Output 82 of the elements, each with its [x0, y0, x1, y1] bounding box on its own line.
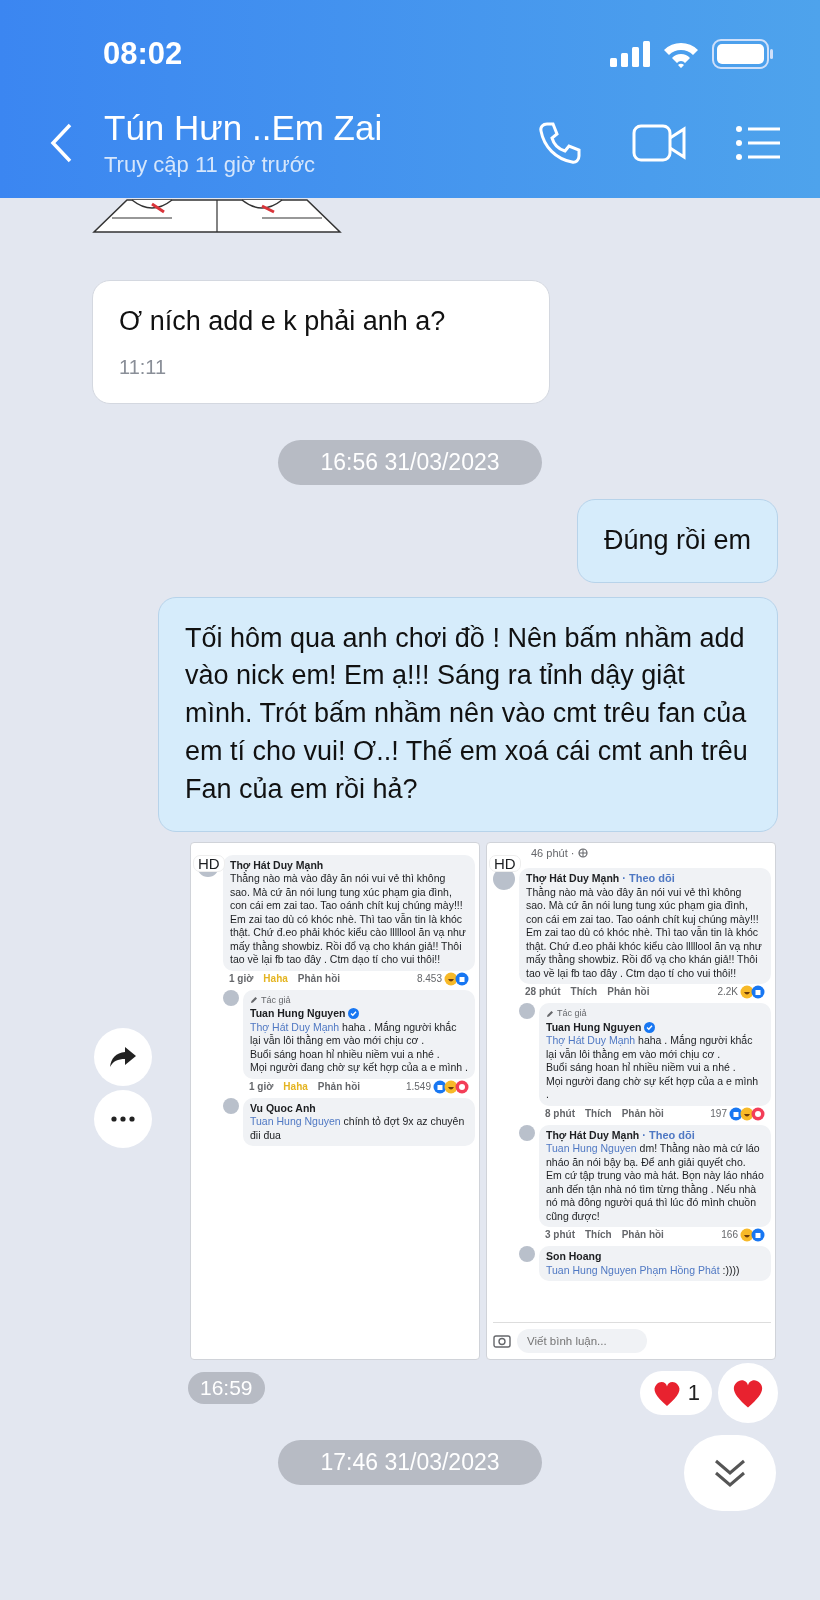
battery-icon	[712, 39, 774, 69]
video-call-icon[interactable]	[632, 124, 686, 162]
reaction-count: 197	[710, 1106, 727, 1121]
message-text: Tối hôm qua anh chơi đồ ! Nên bấm nhầm add vào nick em! Em ạ!!! Sáng ra tỉnh dậy giật mình. Trót bấm nhầm nên vào cmt trêu fan của em tí cho vui! Ơ..! Thế em xoá cái cmt anh trêu Fan của em rồi hả?	[185, 621, 749, 806]
reply-link[interactable]: Phản hồi	[297, 971, 341, 986]
date-separator: 16:56 31/03/2023	[278, 439, 542, 485]
reaction-drawing	[444, 971, 469, 986]
phone-icon[interactable]	[538, 121, 582, 165]
hd-badge: HD	[489, 854, 521, 873]
menu-icon[interactable]	[736, 126, 780, 160]
like-link[interactable]: Thích	[585, 1228, 612, 1242]
avatar-icon	[519, 1003, 535, 1020]
mention-link[interactable]: Thợ Hát Duy Mạnh	[546, 1034, 636, 1047]
status-time: 08:02	[103, 36, 184, 72]
camera-icon[interactable]	[493, 1333, 511, 1349]
back-icon[interactable]	[50, 123, 74, 163]
more-icon	[111, 1115, 135, 1122]
last-seen: Truy cập 11 giờ trước	[104, 152, 317, 178]
avatar-icon	[223, 989, 239, 1006]
comment-author[interactable]: Tuan Hung Nguyen	[250, 1007, 346, 1021]
signal-icon	[610, 41, 650, 67]
message-time: 11:11	[119, 354, 168, 380]
date-separator: 17:46 31/03/2023	[278, 1439, 542, 1485]
globe-icon	[578, 848, 589, 859]
comment-time: 3 phút	[545, 1228, 575, 1242]
comment-author[interactable]: Vu Quoc Anh	[250, 1101, 316, 1116]
comment-text: Tuan Hung Nguyen chính tỏ đợt 9x az chuyên đii đua	[250, 1115, 466, 1143]
reply-link[interactable]: Phản hồi	[607, 985, 650, 999]
comment-text: Tuan Hung Nguyen Phạm Hồng Phát :))))	[546, 1263, 741, 1278]
avatar-icon	[223, 1097, 239, 1114]
message-text: Đúng rồi em	[603, 523, 751, 557]
share-icon	[109, 1044, 137, 1069]
reaction-count: 2.2K	[717, 985, 738, 999]
like-link[interactable]: Thích	[585, 1106, 612, 1121]
comment-time: 1 giờ	[249, 1079, 274, 1094]
mention-link[interactable]: Thợ Hát Duy Mạnh	[250, 1020, 340, 1033]
message-time: 16:59	[188, 1371, 265, 1404]
comment-screenshot[interactable]	[486, 841, 776, 1360]
pencil-icon	[250, 996, 258, 1005]
mention-link[interactable]: Tuan Hung Nguyen	[546, 1142, 637, 1155]
reaction-count: 8.453	[416, 971, 442, 986]
hd-badge: HD	[193, 854, 225, 873]
comment-author[interactable]: Thợ Hát Duy Mạnh	[546, 1128, 640, 1143]
comment-text: Thằng nào mà vào đây ăn nói vui vẻ thì không sao. Mà cứ ăn nói lung tung xúc phạm gia đình, con cái em zai tao. Tao oánh chít kuj chúng mày!!! Em zai tao dù có khóc nhè. Thì tao vẫn tin là khóc thật. Chứ đ.eo phải khóc kiểu cào lllllool ăn vạ như mấy thằng showbiz. Rồi đổ vạ cho khán giả!! Thôi tao về lại fb tao đây . Ctm dạo tí cho vui thôi!!	[526, 885, 763, 981]
reaction-drawing	[740, 985, 765, 1000]
reaction-drawing	[729, 1106, 765, 1121]
comment-text: Thằng nào mà vào đây ăn nói vui vẻ thì không sao. Mà cứ ăn nói lung tung xúc phạm gia đình, con cái em zai tao. Tao oánh chít kuj chúng mày!!! Em zai tao dù có khóc nhè. Thì tao vẫn tin là khóc thật. Chứ đ.eo phải khóc kiểu cào lllllool ăn vạ như mấy thằng showbiz. Rồi đổ vạ cho khán giả!! Thôi tao về lại fb tao đây . Ctm dạo tí cho vui thôi!!	[230, 872, 467, 967]
avatar-icon	[519, 1246, 535, 1263]
comment-text: Thợ Hát Duy Mạnh haha . Mắng người khắc lại vẫn lôi thằng em vào mới chịu cơ . Buổi sáng hoan hỉ nhiều niềm vui a nhé . Mọi người đang chờ sự kết hợp của a e mình .	[250, 1020, 468, 1075]
reaction-drawing	[433, 1079, 469, 1094]
reaction-count: 166	[721, 1228, 738, 1242]
comment-author[interactable]: Thợ Hát Duy Mạnh	[230, 858, 324, 873]
comment-author[interactable]: Thợ Hát Duy Mạnh	[526, 872, 620, 886]
like-link[interactable]: Thích	[570, 985, 598, 999]
reply-link[interactable]: Phản hồi	[621, 1228, 664, 1242]
comment-author[interactable]: Tuan Hung Nguyen	[546, 1020, 642, 1035]
reaction-pill[interactable]: 1	[639, 1370, 712, 1415]
comment-time: 1 giờ	[229, 971, 254, 986]
follow-link[interactable]: · Theo dõi	[642, 1128, 695, 1143]
reply-link[interactable]: Phản hồi	[621, 1106, 664, 1121]
comment-author[interactable]: Son Hoang	[546, 1250, 602, 1264]
comment-text: Thợ Hát Duy Mạnh haha . Mắng người khắc lại vẫn lôi thằng em vào mới chịu cơ . Buổi sáng hoan hỉ nhiều niềm vui a nhé . Mọi người đang chờ sự kết hợp của a e mình .	[546, 1034, 760, 1102]
post-time: 46 phút ·	[531, 846, 575, 861]
reaction-drawing	[740, 1228, 765, 1243]
double-chevron-icon	[713, 1458, 747, 1488]
author-label: Tác giả	[557, 1007, 587, 1021]
comment-time: 8 phút	[545, 1106, 575, 1121]
author-label: Tác giả	[261, 993, 291, 1007]
mention-link[interactable]: Tuan Hung Nguyen	[250, 1115, 341, 1128]
contact-name: Tún Hưn ..Em Zai	[104, 108, 384, 148]
wifi-icon	[662, 40, 700, 68]
comment-time: 28 phút	[525, 985, 561, 999]
comment-text: Tuan Hung Nguyen dm! Thằng nào mà cứ láo nháo ăn nói bậy bạ. Để anh giải quyết cho. Em cứ tập trung vào mà hát. Bọn này láo nháo anh đến tận nhà nó tìm từng thằng . Nếu nhà nó mà đông người quá thì lúc đó mình chuồn cũng được!	[546, 1142, 764, 1224]
reply-link[interactable]: Phản hồi	[317, 1079, 361, 1094]
reaction-count: 1.549	[405, 1079, 431, 1094]
message-text: Ơ ních add e k phải anh a?	[119, 305, 447, 338]
pencil-icon	[546, 1009, 554, 1018]
avatar-icon	[519, 1124, 535, 1141]
comment-screenshot[interactable]	[190, 841, 480, 1360]
follow-link[interactable]: · Theo dõi	[622, 872, 675, 886]
mention-link[interactable]: Tuan Hung Nguyen Phạm Hồng Phát	[546, 1263, 720, 1276]
comment-input[interactable]: Viết bình luận...	[517, 1328, 647, 1353]
